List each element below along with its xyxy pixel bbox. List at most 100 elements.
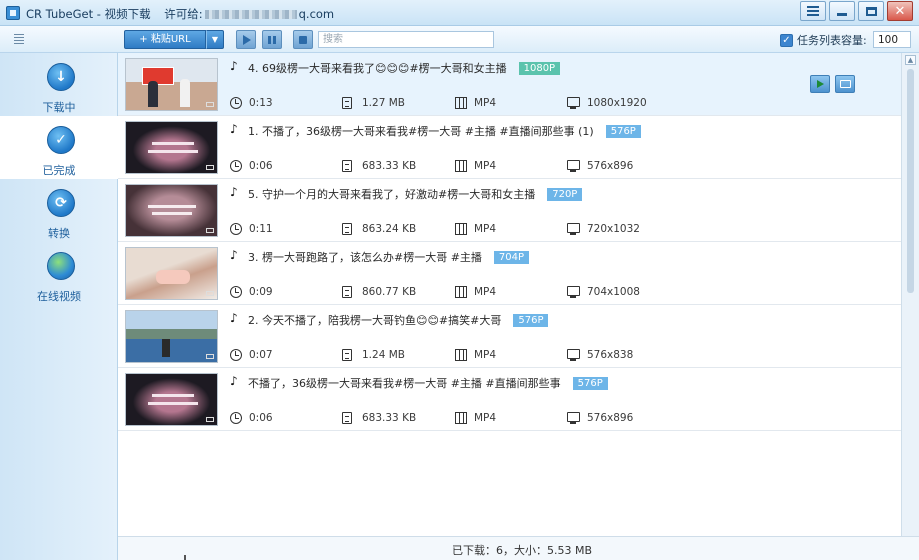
file-size-icon: [342, 412, 352, 424]
minimize-button[interactable]: [829, 1, 855, 21]
video-title: 3. 楞一大哥跑路了，该怎么办#楞一大哥 #主播 704P: [248, 249, 530, 265]
dimensions: 576x896: [587, 412, 634, 424]
sidebar-item-label: 下载中: [42, 101, 76, 114]
close-button[interactable]: ✕: [887, 1, 913, 21]
video-title-text: 3. 楞一大哥跑路了，该怎么办#楞一大哥 #主播: [248, 251, 482, 264]
video-row[interactable]: ♪ 不播了，36级楞一大哥来看我#楞一大哥 #主播 #直播间那些事 576P 0:…: [118, 368, 901, 431]
video-title: 不播了，36级楞一大哥来看我#楞一大哥 #主播 #直播间那些事 576P: [248, 375, 608, 391]
duration: 0:06: [249, 412, 273, 424]
dimensions: 576x896: [587, 160, 634, 172]
format: MP4: [474, 223, 497, 235]
sidebar-item-online-video[interactable]: 在线视频: [0, 242, 118, 305]
tiktok-icon: ♪: [230, 122, 238, 136]
monitor-icon: [567, 412, 580, 424]
clock-icon: [230, 223, 242, 235]
check-icon: ✓: [47, 126, 75, 154]
play-button[interactable]: [810, 75, 830, 93]
dimensions: 704x1008: [587, 286, 640, 298]
video-title: 1. 不播了，36级楞一大哥来看我#楞一大哥 #主播 #直播间那些事 (1) 57…: [248, 123, 641, 139]
duration: 0:09: [249, 286, 273, 298]
pause-icon: [268, 36, 276, 44]
capacity-setting: ✓ 任务列表容量:: [780, 32, 867, 48]
format: MP4: [474, 412, 497, 424]
monitor-icon: [567, 349, 580, 361]
file-size: 860.77 KB: [362, 286, 417, 298]
scroll-up-button[interactable]: ▲: [905, 55, 916, 65]
folder-icon: [840, 80, 851, 88]
toolbar: + 粘贴URL ▼ ✓ 任务列表容量:: [0, 26, 919, 53]
video-thumbnail: [125, 373, 218, 426]
pause-all-button[interactable]: [262, 30, 282, 49]
monitor-icon: [567, 223, 580, 235]
monitor-icon: [567, 160, 580, 172]
sidebar: ↓ 下载中 ✓ 已完成 ⟳ 转换 在线视频: [0, 53, 118, 560]
video-title-text: 2. 今天不播了，陪我楞一大哥钓鱼😊😊#搞笑#大哥: [248, 314, 502, 327]
duration: 0:06: [249, 160, 273, 172]
capacity-input[interactable]: [873, 31, 911, 48]
video-title: 2. 今天不播了，陪我楞一大哥钓鱼😊😊#搞笑#大哥 576P: [248, 312, 549, 328]
file-size-icon: [342, 97, 352, 109]
dimensions: 1080x1920: [587, 97, 647, 109]
paste-url-button[interactable]: + 粘贴URL: [124, 30, 206, 49]
clock-icon: [230, 349, 242, 361]
play-icon: [243, 35, 251, 45]
menu-button[interactable]: [800, 1, 826, 21]
video-row[interactable]: ♪ 4. 69级楞一大哥来看我了😊😊😊#楞一大哥和女主播 1080P 0:13 1…: [118, 53, 901, 116]
capacity-label: 任务列表容量:: [797, 34, 867, 47]
format: MP4: [474, 349, 497, 361]
status-divider: [184, 555, 186, 560]
scroll-thumb[interactable]: [907, 69, 914, 293]
dimensions: 720x1032: [587, 223, 640, 235]
tiktok-icon: ♪: [230, 59, 238, 73]
file-size-icon: [342, 160, 352, 172]
window-title: CR TubeGet - 视频下载 许可给: q.com: [26, 6, 334, 22]
list-scrollbar[interactable]: ▲: [901, 53, 919, 536]
resolution-badge: 704P: [493, 251, 530, 264]
download-icon: ↓: [47, 63, 75, 91]
clock-icon: [230, 97, 242, 109]
search-input[interactable]: [318, 31, 494, 48]
video-title: 4. 69级楞一大哥来看我了😊😊😊#楞一大哥和女主播 1080P: [248, 60, 561, 76]
video-row[interactable]: ♪ 2. 今天不播了，陪我楞一大哥钓鱼😊😊#搞笑#大哥 576P 0:07 1.2…: [118, 305, 901, 368]
globe-icon: [47, 252, 75, 280]
app-logo-icon: [6, 6, 20, 20]
video-row[interactable]: ♪ 5. 守护一个月的大哥来看我了，好激动#楞一大哥和女主播 720P 0:11 …: [118, 179, 901, 242]
clock-icon: [230, 412, 242, 424]
video-row[interactable]: ♪ 1. 不播了，36级楞一大哥来看我#楞一大哥 #主播 #直播间那些事 (1)…: [118, 116, 901, 179]
video-title-text: 1. 不播了，36级楞一大哥来看我#楞一大哥 #主播 #直播间那些事 (1): [248, 125, 594, 138]
video-title: 5. 守护一个月的大哥来看我了，好激动#楞一大哥和女主播 720P: [248, 186, 583, 202]
open-folder-button[interactable]: [293, 30, 313, 49]
duration: 0:11: [249, 223, 273, 235]
film-icon: [455, 160, 467, 172]
capacity-checkbox[interactable]: ✓: [780, 33, 793, 47]
sidebar-item-downloading[interactable]: ↓ 下载中: [0, 53, 118, 116]
film-icon: [455, 286, 467, 298]
sidebar-item-convert[interactable]: ⟳ 转换: [0, 179, 118, 242]
open-folder-button[interactable]: [835, 75, 855, 93]
start-all-button[interactable]: [236, 30, 256, 49]
format: MP4: [474, 97, 497, 109]
clock-icon: [230, 160, 242, 172]
duration: 0:07: [249, 349, 273, 361]
duration: 0:13: [249, 97, 273, 109]
file-size: 683.33 KB: [362, 160, 417, 172]
paste-url-dropdown[interactable]: ▼: [206, 30, 224, 49]
resolution-badge: 576P: [572, 377, 608, 390]
file-size-icon: [342, 349, 352, 361]
close-icon: ✕: [894, 3, 906, 19]
maximize-button[interactable]: [858, 1, 884, 21]
file-size-icon: [342, 223, 352, 235]
maximize-icon: [865, 6, 877, 16]
video-row[interactable]: ♪ 3. 楞一大哥跑路了，该怎么办#楞一大哥 #主播 704P 0:09 860.…: [118, 242, 901, 305]
status-summary: 已下载：6，大小：5.53 MB: [452, 544, 593, 557]
resolution-badge: 576P: [513, 314, 549, 327]
sidebar-item-completed[interactable]: ✓ 已完成: [0, 116, 118, 179]
list-view-icon[interactable]: [14, 34, 24, 44]
video-thumbnail: [125, 121, 218, 174]
clock-icon: [230, 286, 242, 298]
video-thumbnail: [125, 184, 218, 237]
blurred-license-name: [204, 10, 297, 19]
convert-icon: ⟳: [47, 189, 75, 217]
resolution-badge: 576P: [605, 125, 641, 138]
film-icon: [455, 412, 467, 424]
